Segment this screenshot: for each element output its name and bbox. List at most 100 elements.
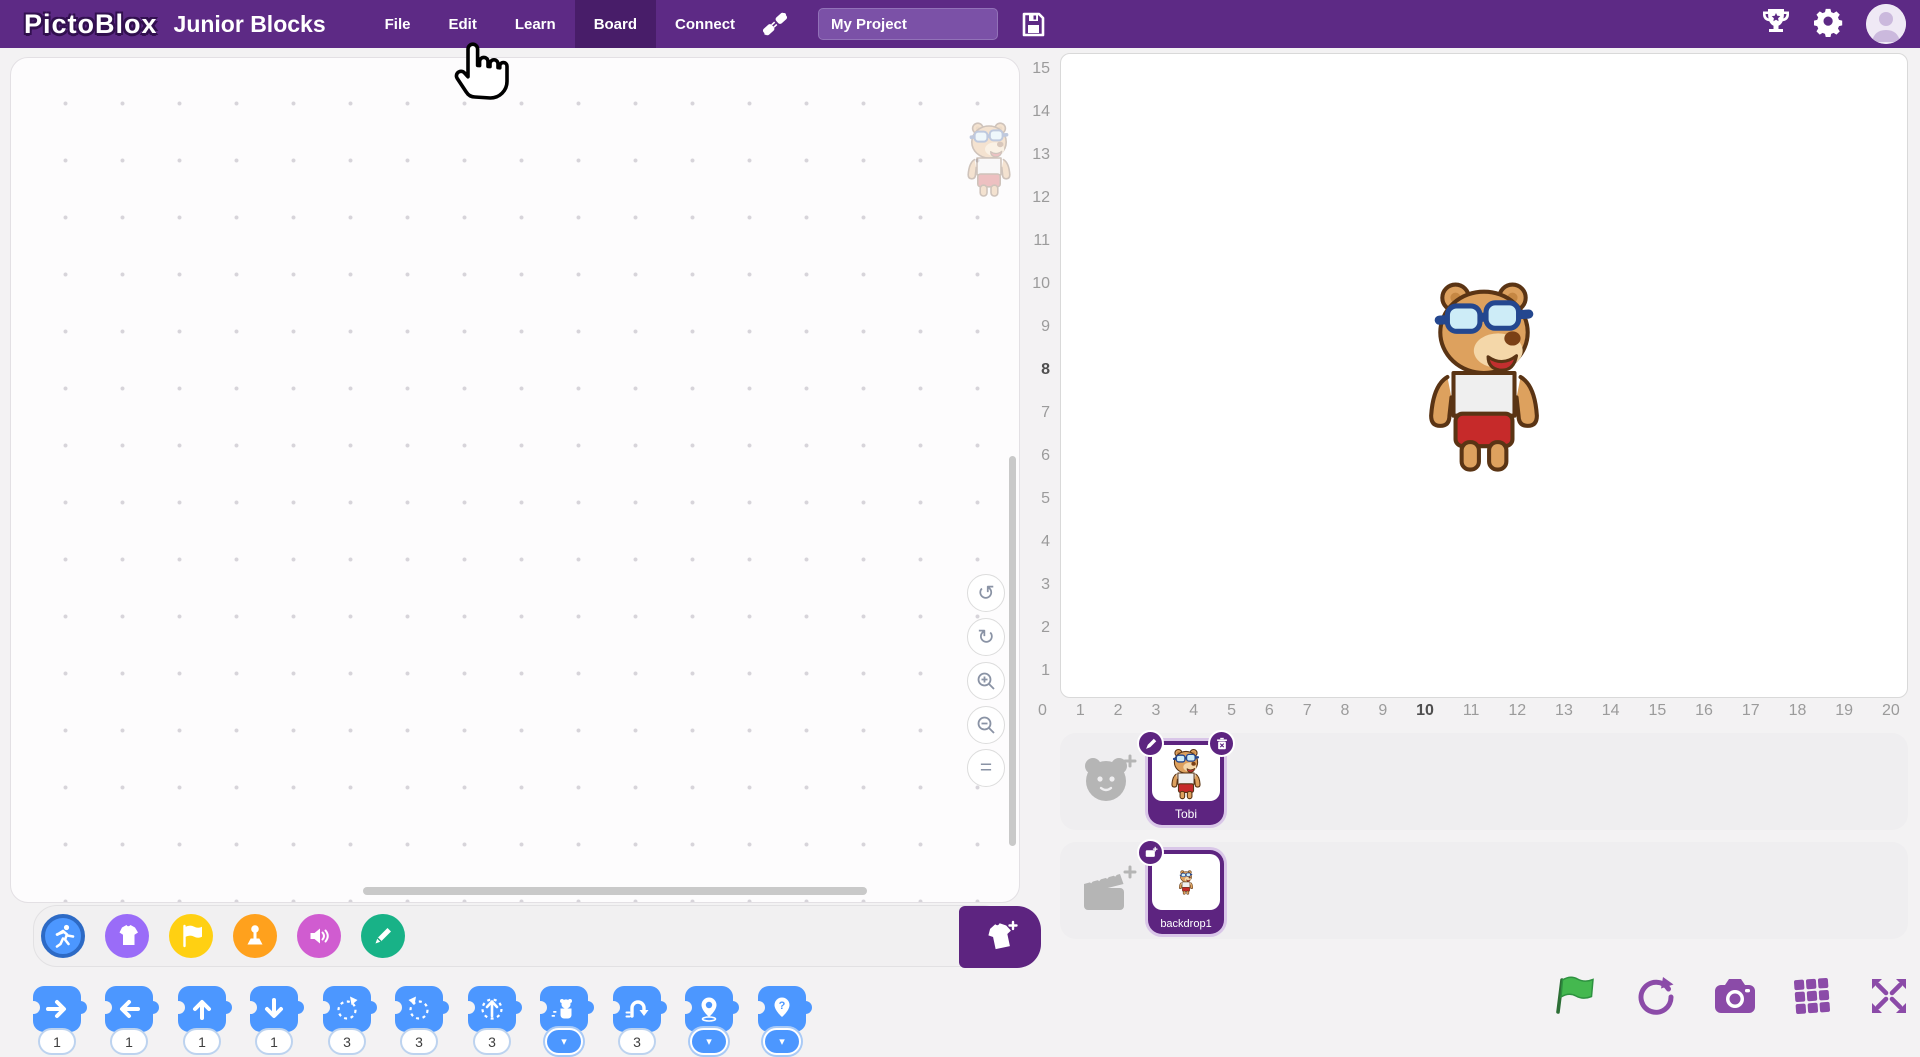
block-bounce-turn[interactable]: 3 <box>613 986 661 1057</box>
menu-connect[interactable]: Connect <box>656 0 754 48</box>
delete-sprite-badge[interactable] <box>1208 730 1235 757</box>
active-sprite-watermark <box>965 118 1013 198</box>
fullscreen-button[interactable] <box>1866 973 1912 1024</box>
green-flag-icon <box>1552 972 1600 1020</box>
grid-icon <box>1791 975 1833 1017</box>
redo-icon: ↻ <box>977 625 995 650</box>
project-name-input[interactable] <box>818 8 998 40</box>
block-value[interactable]: 1 <box>110 1028 148 1055</box>
x-axis-label: 4 <box>1189 702 1198 724</box>
add-costume-button[interactable] <box>959 906 1041 968</box>
workspace-horizontal-scrollbar[interactable] <box>363 887 867 895</box>
menu-file[interactable]: File <box>366 0 430 48</box>
menu-board[interactable]: Board <box>575 0 656 48</box>
sprite-tobi[interactable] <box>1423 270 1545 476</box>
pen-icon <box>370 923 396 949</box>
menu-learn[interactable]: Learn <box>496 0 575 48</box>
rotate-cw-icon <box>333 995 361 1023</box>
block-value[interactable]: 1 <box>38 1028 76 1055</box>
y-axis-label: 4 <box>1041 533 1050 551</box>
block-move-up[interactable]: 1 <box>178 986 226 1057</box>
pictoblox-logo: PictoBlox <box>24 9 158 40</box>
block-value[interactable]: 3 <box>400 1028 438 1055</box>
green-flag-button[interactable] <box>1552 972 1600 1025</box>
runner-icon <box>50 923 76 949</box>
block-rotate-anticlockwise[interactable]: 3 <box>395 986 443 1057</box>
x-axis-label: 19 <box>1835 702 1853 724</box>
category-motion[interactable] <box>41 914 85 958</box>
block-value[interactable]: 1 <box>255 1028 293 1055</box>
block-move-up-steps[interactable]: 3 <box>468 986 516 1057</box>
block-value[interactable]: 3 <box>328 1028 366 1055</box>
trophy-icon[interactable] <box>1760 6 1792 43</box>
add-sprite-button[interactable] <box>1076 749 1140 813</box>
paintbrush-icon <box>1144 737 1158 751</box>
trash-icon <box>1215 737 1229 751</box>
y-axis-label: 1 <box>1041 662 1050 680</box>
category-sound[interactable] <box>297 914 341 958</box>
x-axis-label: 13 <box>1555 702 1573 724</box>
y-axis-label: 3 <box>1041 576 1050 594</box>
undo-button[interactable]: ↺ <box>967 574 1005 612</box>
camera-button[interactable] <box>1712 975 1758 1022</box>
restart-button[interactable] <box>1633 973 1679 1024</box>
category-pen[interactable] <box>361 914 405 958</box>
gear-icon[interactable] <box>1814 7 1844 42</box>
backdrop-name-label: backdrop1 <box>1148 918 1224 930</box>
x-axis-label: 10 <box>1416 702 1434 724</box>
grid-button[interactable] <box>1791 975 1833 1022</box>
code-workspace[interactable] <box>10 57 1020 903</box>
backdrop-card-backdrop1[interactable]: backdrop1 <box>1148 850 1224 934</box>
category-looks[interactable] <box>105 914 149 958</box>
backdrops-panel: backdrop1 <box>1060 842 1908 939</box>
x-axis-label: 18 <box>1789 702 1807 724</box>
block-rotate-clockwise[interactable]: 3 <box>323 986 371 1057</box>
redo-button[interactable]: ↻ <box>967 618 1005 656</box>
block-move-down[interactable]: 1 <box>250 986 298 1057</box>
header-right-group <box>1760 0 1906 48</box>
sprite-card-tobi[interactable]: Tobi <box>1148 741 1224 825</box>
zoom-in-button[interactable] <box>967 662 1005 700</box>
paint-sprite-badge[interactable] <box>1137 730 1164 757</box>
x-axis-label: 6 <box>1265 702 1274 724</box>
add-backdrop-button[interactable] <box>1076 858 1140 922</box>
block-value[interactable]: 1 <box>183 1028 221 1055</box>
save-icon[interactable] <box>1020 11 1047 38</box>
zoom-out-button[interactable] <box>967 706 1005 744</box>
block-dropdown[interactable]: ▾ <box>763 1028 801 1055</box>
block-dropdown[interactable]: ▾ <box>545 1028 583 1055</box>
bear-icon <box>550 995 578 1023</box>
y-axis-label: 10 <box>1032 275 1050 293</box>
stage-x-axis: 01234567891011121314151617181920 <box>1038 702 1900 724</box>
mode-title: Junior Blocks <box>174 11 326 38</box>
dashed-circle-up-icon <box>478 995 506 1023</box>
zoom-reset-button[interactable]: = <box>967 749 1005 787</box>
category-events[interactable] <box>169 914 213 958</box>
y-axis-label: 5 <box>1041 490 1050 508</box>
clapperboard-plus-icon <box>1076 858 1140 922</box>
y-axis-label: 2 <box>1041 619 1050 637</box>
block-value[interactable]: 3 <box>473 1028 511 1055</box>
block-go-to-position[interactable]: ▾ <box>685 986 733 1057</box>
camera-icon <box>1712 975 1758 1017</box>
zoom-reset-icon: = <box>980 756 992 780</box>
block-glide-to-sprite[interactable]: ▾ <box>540 986 588 1057</box>
menu-edit[interactable]: Edit <box>429 0 495 48</box>
zoom-in-icon <box>976 671 996 691</box>
avatar[interactable] <box>1866 4 1906 44</box>
block-move-left[interactable]: 1 <box>105 986 153 1057</box>
connect-plug-icon[interactable] <box>760 9 790 39</box>
speaker-icon <box>306 923 332 949</box>
block-value[interactable]: 3 <box>618 1028 656 1055</box>
location-pin-question-icon: ? <box>768 995 796 1023</box>
x-axis-label: 8 <box>1341 702 1350 724</box>
x-axis-label: 14 <box>1602 702 1620 724</box>
u-turn-icon <box>623 995 651 1023</box>
block-go-to-random[interactable]: ? ▾ <box>758 986 806 1057</box>
category-control[interactable] <box>233 914 277 958</box>
block-dropdown[interactable]: ▾ <box>690 1028 728 1055</box>
block-move-right[interactable]: 1 <box>33 986 81 1057</box>
bear-plus-icon <box>1076 749 1140 813</box>
edit-backdrop-badge[interactable] <box>1137 839 1164 866</box>
x-axis-label: 15 <box>1648 702 1666 724</box>
